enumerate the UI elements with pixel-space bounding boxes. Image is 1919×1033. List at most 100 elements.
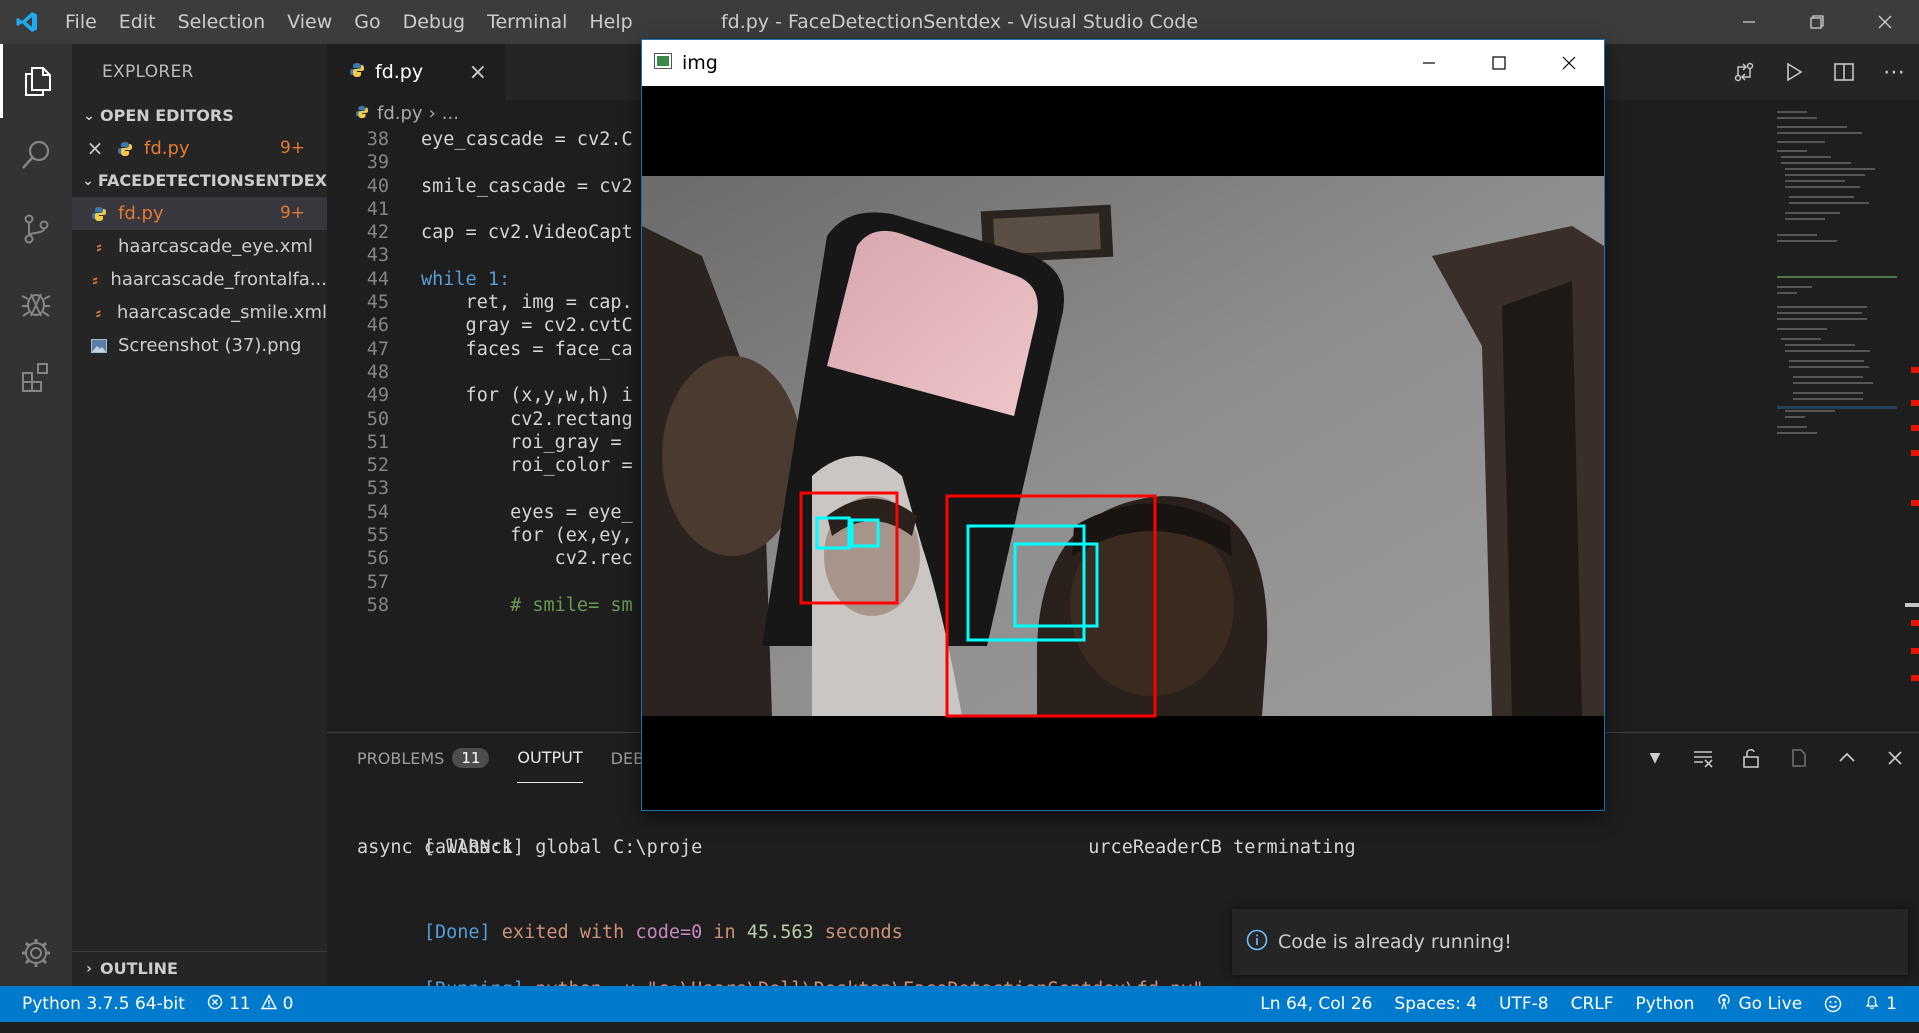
overview-ruler[interactable] <box>1905 100 1919 732</box>
gear-icon <box>22 939 50 967</box>
source-control-activity[interactable] <box>0 192 72 266</box>
breadcrumb-file[interactable]: fd.py <box>377 100 423 128</box>
tab-problems[interactable]: PROBLEMS 11 <box>357 733 490 783</box>
cursor-position[interactable]: Ln 64, Col 26 <box>1249 986 1383 1022</box>
open-editor-filename: fd.py <box>144 138 190 159</box>
files-icon <box>24 67 51 96</box>
restore-button[interactable] <box>1783 0 1851 44</box>
close-icon <box>1888 751 1902 765</box>
output-channel-dropdown[interactable]: ▼ <box>1631 733 1679 783</box>
menu-file[interactable]: File <box>54 0 108 44</box>
problem-count-badge: 9+ <box>279 138 305 158</box>
notification-message: Code is already running! <box>1278 931 1512 953</box>
encoding[interactable]: UTF-8 <box>1488 986 1560 1022</box>
open-changes-button[interactable] <box>1719 44 1769 100</box>
problems-status[interactable]: 11 0 <box>196 986 304 1022</box>
restore-icon <box>1810 15 1824 29</box>
error-icon <box>207 994 223 1015</box>
image-window-title: img <box>682 52 718 74</box>
title-bar: File Edit Selection View Go Debug Termin… <box>0 0 1919 44</box>
menu-edit[interactable]: Edit <box>108 0 167 44</box>
open-log-button[interactable] <box>1775 733 1823 783</box>
go-live-label: Go Live <box>1738 994 1803 1014</box>
extensions-activity[interactable] <box>0 340 72 414</box>
file-item-screenshot[interactable]: Screenshot (37).png <box>72 329 327 362</box>
search-activity[interactable] <box>0 118 72 192</box>
info-icon <box>1246 929 1268 956</box>
file-item-fd-py[interactable]: fd.py 9+ <box>72 197 327 230</box>
image-file-icon <box>88 338 110 353</box>
explorer-activity[interactable] <box>0 44 72 118</box>
file-name: haarcascade_frontalfa... <box>110 269 327 290</box>
editor-actions: ⋯ <box>1719 44 1919 100</box>
source-control-icon <box>24 214 49 244</box>
end-of-line[interactable]: CRLF <box>1560 986 1625 1022</box>
notifications-button[interactable]: 1 <box>1853 986 1919 1022</box>
close-editor-icon[interactable]: × <box>84 132 106 165</box>
python-interpreter[interactable]: Python 3.7.5 64-bit <box>0 986 196 1022</box>
close-panel-button[interactable] <box>1871 733 1919 783</box>
close-icon <box>1562 56 1576 70</box>
go-live-button[interactable]: Go Live <box>1705 986 1813 1022</box>
menu-view[interactable]: View <box>276 0 343 44</box>
chevron-down-icon: ▼ <box>1649 750 1661 766</box>
feedback-button[interactable] <box>1813 986 1853 1022</box>
image-window-close[interactable] <box>1534 40 1604 86</box>
tab-fd-py[interactable]: fd.py × <box>327 44 505 100</box>
clear-output-icon <box>1694 751 1713 768</box>
image-window-titlebar[interactable]: img <box>642 40 1604 86</box>
notification-toast[interactable]: Code is already running! <box>1232 909 1908 975</box>
warning-icon <box>260 993 277 1015</box>
file-name: Screenshot (37).png <box>118 335 302 356</box>
xml-file-icon: ⸗ <box>92 270 98 289</box>
maximize-icon <box>1492 56 1506 70</box>
image-window-maximize[interactable] <box>1464 40 1534 86</box>
indentation[interactable]: Spaces: 4 <box>1383 986 1488 1022</box>
split-editor-button[interactable] <box>1819 44 1869 100</box>
menu-go[interactable]: Go <box>343 0 391 44</box>
tab-problems-label: PROBLEMS <box>357 748 445 768</box>
output-line-blank <box>357 862 1919 891</box>
vscode-logo-icon <box>0 0 54 44</box>
close-tab-icon[interactable]: × <box>469 60 487 85</box>
minimap[interactable] <box>1777 106 1897 706</box>
status-bar: Python 3.7.5 64-bit 11 0 Ln 64, Col 26 S… <box>0 986 1919 1022</box>
tab-output[interactable]: OUTPUT <box>517 733 583 783</box>
language-mode[interactable]: Python <box>1625 986 1706 1022</box>
file-item-haarcascade-frontalface[interactable]: ⸗ haarcascade_frontalfa... <box>72 263 327 296</box>
project-folder-section[interactable]: ⌄ FACEDETECTIONSENTDEX <box>72 165 327 197</box>
ellipsis-icon: ⋯ <box>1883 59 1905 85</box>
menu-help[interactable]: Help <box>578 0 643 44</box>
lock-scroll-button[interactable] <box>1727 733 1775 783</box>
chevron-up-icon <box>1839 752 1855 762</box>
image-window-minimize[interactable] <box>1394 40 1464 86</box>
maximize-panel-button[interactable] <box>1823 733 1871 783</box>
minimize-button[interactable] <box>1715 0 1783 44</box>
image-window-controls <box>1394 40 1604 86</box>
close-window-button[interactable] <box>1851 0 1919 44</box>
run-file-button[interactable] <box>1769 44 1819 100</box>
menu-selection[interactable]: Selection <box>167 0 277 44</box>
chevron-down-icon: ⌄ <box>82 173 94 189</box>
open-editors-section[interactable]: ⌄ OPEN EDITORS <box>72 100 327 132</box>
project-folder-label: FACEDETECTIONSENTDEX <box>97 171 327 190</box>
smiley-icon <box>1824 995 1842 1013</box>
menu-debug[interactable]: Debug <box>392 0 476 44</box>
more-actions-button[interactable]: ⋯ <box>1869 44 1919 100</box>
open-editors-label: OPEN EDITORS <box>100 106 234 125</box>
menu-terminal[interactable]: Terminal <box>476 0 578 44</box>
clear-output-button[interactable] <box>1679 733 1727 783</box>
split-editor-icon <box>1834 63 1854 81</box>
outline-section[interactable]: › OUTLINE <box>72 951 327 986</box>
open-editor-item[interactable]: × fd.py 9+ <box>72 132 327 165</box>
opencv-image-window[interactable]: img <box>642 40 1604 810</box>
window-app-icon <box>654 52 672 74</box>
window-controls <box>1715 0 1919 44</box>
file-item-haarcascade-smile[interactable]: ⸗ haarcascade_smile.xml <box>72 296 327 329</box>
debug-activity[interactable] <box>0 266 72 340</box>
file-item-haarcascade-eye[interactable]: ⸗ haarcascade_eye.xml <box>72 230 327 263</box>
breadcrumb-symbol[interactable]: ... <box>442 100 459 128</box>
close-icon <box>1878 15 1892 29</box>
bell-icon <box>1864 994 1880 1015</box>
manage-activity[interactable] <box>0 916 72 990</box>
